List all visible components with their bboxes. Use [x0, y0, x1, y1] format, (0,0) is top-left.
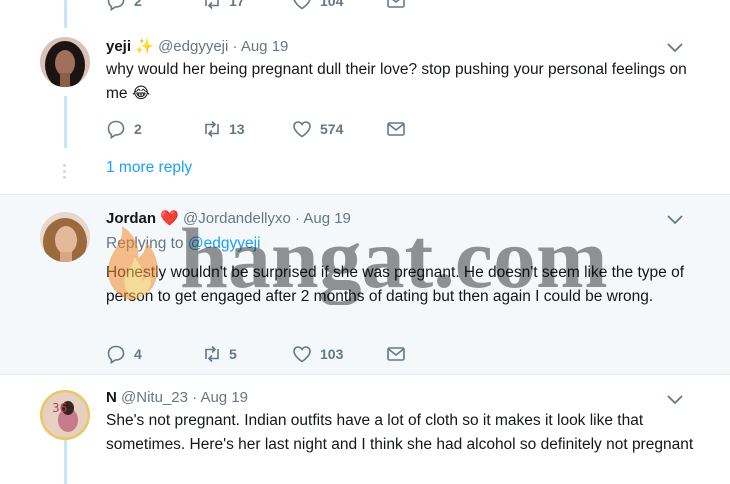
display-name[interactable]: yeji [106, 38, 131, 55]
replying-to-label: Replying to [106, 235, 184, 252]
reply-count: 4 [134, 346, 142, 362]
reply-icon [107, 0, 125, 11]
envelope-icon [387, 0, 405, 8]
thread-dots [63, 164, 67, 182]
heart-icon [293, 121, 311, 138]
tweet-text: She's not pregnant. Indian outfits have … [106, 412, 694, 453]
sparkles-icon: ✨ [135, 38, 154, 55]
replying-to-handle[interactable]: @edgyyeji [188, 235, 261, 252]
display-name[interactable]: N [106, 389, 117, 406]
chevron-down-icon[interactable] [666, 41, 684, 55]
tweet-text: Honestly wouldn't be surprised if she wa… [106, 264, 685, 305]
tweet-header: Jordan ❤️ @Jordandellyxo · Aug 19 [106, 209, 351, 227]
heart-icon [293, 0, 311, 10]
reply-count: 2 [134, 0, 142, 9]
retweet-icon [205, 120, 219, 138]
red-heart-icon: ❤️ [160, 210, 179, 227]
more-replies-link[interactable]: 1 more reply [106, 159, 192, 177]
reply-icon [107, 345, 125, 364]
tweet-text: why would her being pregnant dull their … [106, 61, 687, 102]
chevron-down-icon[interactable] [666, 213, 684, 227]
reply-icon [107, 120, 125, 139]
tweet-date[interactable]: · Aug 19 [295, 210, 351, 227]
user-handle[interactable]: @edgyyeji [158, 38, 228, 55]
reply-count: 2 [134, 121, 142, 137]
like-count: 104 [320, 0, 344, 9]
tweet-header: N @Nitu_23 · Aug 19 [106, 389, 248, 406]
retweet-count: 5 [229, 346, 237, 362]
like-count: 103 [320, 346, 344, 362]
user-handle[interactable]: @Nitu_23 [121, 389, 188, 406]
tweet-n[interactable]: 36 N @Nitu_23 · Aug 19 She's not pregnan… [0, 374, 730, 484]
retweet-icon [205, 0, 219, 10]
tweet-yeji[interactable]: yeji ✨ @edgyyeji · Aug 19 why would her … [0, 22, 730, 194]
tweet-header: yeji ✨ @edgyyeji · Aug 19 [106, 37, 288, 55]
display-name[interactable]: Jordan [106, 210, 156, 227]
like-count: 574 [320, 121, 344, 137]
avatar[interactable] [40, 212, 90, 262]
replying-to: Replying to @edgyyeji [106, 235, 260, 253]
retweet-count: 17 [229, 0, 245, 9]
svg-text:36: 36 [52, 401, 67, 415]
avatar[interactable]: 36 [40, 390, 90, 440]
retweet-icon [205, 345, 219, 363]
chevron-down-icon[interactable] [666, 393, 684, 407]
heart-icon [293, 346, 311, 363]
tweet-jordan[interactable]: Jordan ❤️ @Jordandellyxo · Aug 19 Replyi… [0, 194, 730, 375]
envelope-icon [387, 122, 405, 136]
retweet-count: 13 [229, 121, 245, 137]
tweet-date[interactable]: · Aug 19 [233, 38, 289, 55]
thread-line [64, 439, 67, 484]
user-handle[interactable]: @Jordandellyxo [183, 210, 291, 227]
envelope-icon [387, 347, 405, 361]
avatar[interactable] [40, 37, 90, 87]
tweet-date[interactable]: · Aug 19 [192, 389, 248, 406]
